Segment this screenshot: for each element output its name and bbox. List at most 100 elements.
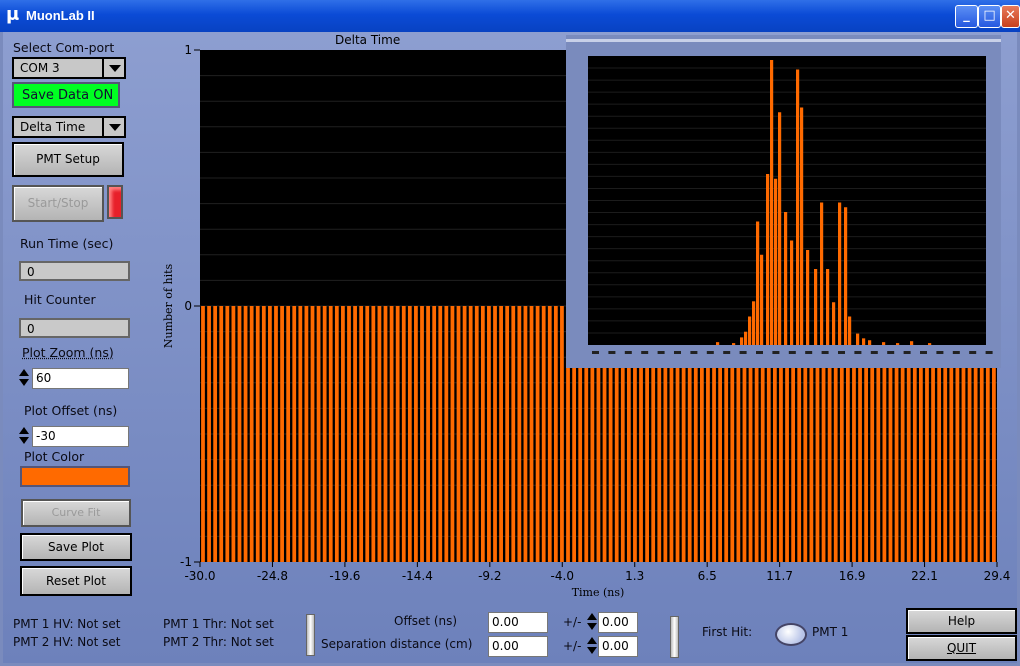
inset-bar bbox=[856, 333, 860, 345]
inset-tick bbox=[706, 351, 714, 354]
chevron-down-icon[interactable] bbox=[102, 59, 124, 77]
inset-tick bbox=[739, 351, 747, 354]
run-time-field: 0 bbox=[19, 261, 130, 281]
separation-plusminus-label: +/- bbox=[563, 639, 582, 653]
inset-bar bbox=[800, 107, 804, 345]
chart-bar bbox=[268, 306, 272, 562]
plot-mode-select[interactable]: Delta Time bbox=[12, 116, 126, 138]
chart-bar bbox=[255, 306, 260, 562]
chart-bar bbox=[499, 306, 503, 562]
x-tick-label: -24.8 bbox=[257, 569, 288, 583]
separation-error-input[interactable]: 0.00 bbox=[598, 636, 638, 657]
arrow-up-icon[interactable] bbox=[587, 637, 597, 644]
x-tick-label: -14.4 bbox=[402, 569, 433, 583]
pmt-setup-button[interactable]: PMT Setup bbox=[12, 142, 124, 177]
chart-bar bbox=[359, 306, 364, 562]
arrow-up-icon[interactable] bbox=[587, 613, 597, 620]
chart-bar bbox=[237, 306, 242, 562]
arrow-down-icon[interactable] bbox=[19, 437, 29, 444]
offset-error-input[interactable]: 0.00 bbox=[598, 612, 638, 633]
inset-tick bbox=[624, 351, 632, 354]
separation-label: Separation distance (cm) bbox=[321, 637, 473, 651]
inset-bar bbox=[806, 250, 810, 345]
quit-button[interactable]: QUIT bbox=[906, 635, 1017, 661]
chart-bar bbox=[225, 306, 230, 562]
chart-bar bbox=[304, 306, 309, 562]
inset-tick bbox=[870, 351, 878, 354]
chart-bar bbox=[414, 306, 418, 562]
offset-label: Offset (ns) bbox=[394, 614, 458, 628]
curve-fit-button[interactable]: Curve Fit bbox=[21, 499, 131, 527]
reset-plot-button[interactable]: Reset Plot bbox=[20, 566, 132, 596]
close-button[interactable]: ✕ bbox=[1001, 5, 1020, 28]
chart-bar bbox=[365, 306, 370, 562]
chart-bar bbox=[547, 306, 552, 562]
offset-input[interactable]: 0.00 bbox=[488, 612, 548, 633]
inset-tick bbox=[952, 351, 960, 354]
inset-tick bbox=[788, 351, 796, 354]
inset-tick bbox=[690, 351, 698, 354]
chart-bar bbox=[505, 306, 510, 562]
start-stop-button[interactable]: Start/Stop bbox=[12, 185, 104, 222]
plot-zoom-stepper[interactable] bbox=[19, 368, 30, 390]
maximize-button[interactable]: □ bbox=[978, 5, 1001, 28]
inset-tick bbox=[985, 351, 993, 354]
x-tick-label: 1.3 bbox=[625, 569, 644, 583]
chart-bar bbox=[474, 306, 479, 562]
separation-error-stepper[interactable] bbox=[587, 636, 598, 658]
inset-bar bbox=[862, 338, 866, 345]
chart-bar bbox=[444, 306, 449, 562]
chart-bar bbox=[310, 306, 315, 562]
title-bar: μ MuonLab II _ □ ✕ bbox=[0, 0, 1020, 32]
chart-bar bbox=[401, 306, 406, 562]
y-axis-label: Number of hits bbox=[162, 263, 175, 348]
first-hit-toggle[interactable] bbox=[775, 623, 807, 646]
inset-tick bbox=[641, 351, 649, 354]
separation-input[interactable]: 0.00 bbox=[488, 636, 548, 657]
inset-bar bbox=[928, 343, 932, 345]
inset-bar bbox=[896, 343, 900, 345]
chart-bar bbox=[493, 306, 497, 562]
chart-bar bbox=[261, 306, 266, 562]
first-hit-value: PMT 1 bbox=[812, 625, 849, 639]
plot-offset-input[interactable]: -30 bbox=[32, 426, 129, 447]
chart-bar bbox=[274, 306, 278, 562]
plot-mode-value: Delta Time bbox=[20, 120, 86, 134]
plot-color-swatch[interactable] bbox=[20, 466, 130, 487]
arrow-up-icon[interactable] bbox=[19, 369, 29, 376]
save-data-button[interactable]: Save Data ON bbox=[12, 82, 120, 108]
chart-bar bbox=[207, 306, 211, 562]
save-plot-button[interactable]: Save Plot bbox=[20, 533, 132, 561]
plot-zoom-label: Plot Zoom (ns) bbox=[22, 345, 114, 360]
arrow-up-icon[interactable] bbox=[19, 427, 29, 434]
arrow-down-icon[interactable] bbox=[19, 379, 29, 386]
arrow-down-icon[interactable] bbox=[587, 623, 597, 630]
minimize-button[interactable]: _ bbox=[955, 5, 978, 28]
offset-error-stepper[interactable] bbox=[587, 612, 598, 634]
help-button[interactable]: Help bbox=[906, 608, 1017, 634]
inset-bar bbox=[826, 269, 830, 345]
plot-zoom-input[interactable]: 60 bbox=[32, 368, 129, 389]
inset-bar bbox=[910, 341, 914, 345]
inset-tick bbox=[657, 351, 665, 354]
chart-bar bbox=[395, 306, 400, 562]
chart-bar bbox=[560, 306, 564, 562]
inset-tick bbox=[903, 351, 911, 354]
x-tick-label: -30.0 bbox=[184, 569, 215, 583]
chevron-down-icon[interactable] bbox=[102, 118, 124, 136]
inset-bar bbox=[716, 342, 720, 345]
inset-tick bbox=[608, 351, 616, 354]
pmt2-thr-status: PMT 2 Thr: Not set bbox=[163, 635, 274, 649]
y-tick-label: 1 bbox=[184, 43, 192, 57]
chart-bar bbox=[316, 306, 321, 562]
chart-bar bbox=[243, 306, 248, 562]
arrow-down-icon[interactable] bbox=[587, 647, 597, 654]
com-port-select[interactable]: COM 3 bbox=[12, 57, 126, 79]
inset-bar bbox=[778, 112, 782, 345]
chart-bar bbox=[298, 306, 303, 562]
x-tick-label: 6.5 bbox=[698, 569, 717, 583]
inset-tick bbox=[854, 351, 862, 354]
offset-plusminus-label: +/- bbox=[563, 615, 582, 629]
y-tick-label: -1 bbox=[180, 555, 192, 569]
plot-offset-stepper[interactable] bbox=[19, 426, 30, 448]
